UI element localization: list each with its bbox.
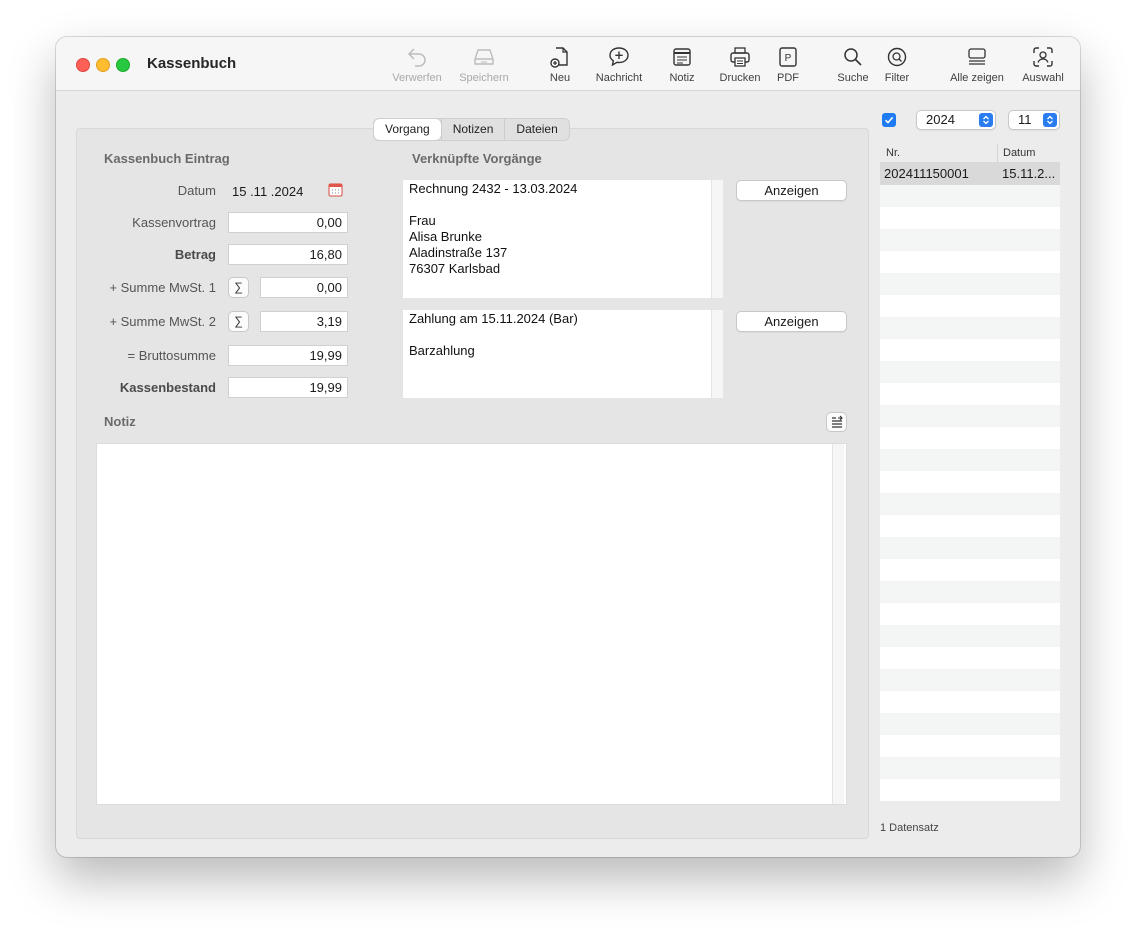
suche-button[interactable]: Suche bbox=[834, 45, 872, 87]
text-format-button[interactable] bbox=[826, 412, 847, 432]
undo-icon bbox=[407, 48, 426, 67]
year-select-value: 2024 bbox=[926, 112, 955, 127]
filter-button[interactable]: Filter bbox=[880, 45, 914, 87]
kassenbestand-field[interactable]: 19,99 bbox=[228, 377, 348, 398]
anzeigen-invoice-button[interactable]: Anzeigen bbox=[736, 180, 847, 201]
notiz-scrollbar[interactable] bbox=[832, 444, 844, 804]
text-format-icon bbox=[832, 415, 843, 428]
mwst2-field[interactable]: 3,19 bbox=[260, 311, 348, 332]
pdf-button[interactable]: P PDF bbox=[772, 45, 804, 87]
note-icon bbox=[673, 48, 691, 66]
mwst2-sum-button[interactable]: ∑ bbox=[228, 311, 249, 332]
filter-checkbox[interactable] bbox=[882, 113, 896, 127]
anzeigen-payment-button[interactable]: Anzeigen bbox=[736, 311, 847, 332]
close-window-button[interactable] bbox=[76, 58, 90, 72]
zoom-window-button[interactable] bbox=[116, 58, 130, 72]
nachricht-button[interactable]: Nachricht bbox=[592, 45, 646, 87]
linked-invoice-box[interactable]: Rechnung 2432 - 13.03.2024 Frau Alisa Br… bbox=[403, 180, 723, 298]
drive-icon bbox=[474, 49, 494, 65]
datum-field[interactable]: 15 .11 .2024 bbox=[232, 184, 303, 199]
linked-invoice-scrollbar[interactable] bbox=[711, 180, 723, 298]
tab-bar: Vorgang Notizen Dateien bbox=[373, 118, 570, 141]
tab-vorgang[interactable]: Vorgang bbox=[374, 119, 441, 140]
linked-payment-box[interactable]: Zahlung am 15.11.2024 (Bar) Barzahlung bbox=[403, 310, 723, 398]
linked-payment-scrollbar[interactable] bbox=[711, 310, 723, 398]
svg-text:P: P bbox=[785, 53, 792, 64]
month-select-value: 11 bbox=[1018, 112, 1032, 127]
auswahl-button[interactable]: Auswahl bbox=[1018, 45, 1068, 87]
new-document-icon bbox=[550, 47, 568, 68]
chevron-updown-icon bbox=[979, 113, 993, 127]
filter-icon bbox=[887, 47, 907, 67]
notiz-textarea[interactable] bbox=[96, 443, 847, 805]
drucken-button[interactable]: Drucken bbox=[716, 45, 764, 87]
printer-icon bbox=[730, 47, 750, 67]
minimize-window-button[interactable] bbox=[96, 58, 110, 72]
cell-nr: 202411150001 bbox=[884, 166, 969, 181]
pdf-icon: P bbox=[779, 47, 797, 67]
alle-zeigen-button[interactable]: Alle zeigen bbox=[946, 45, 1008, 87]
speichern-button[interactable]: Speichern bbox=[454, 45, 514, 87]
column-header-datum[interactable]: Datum bbox=[1003, 147, 1035, 159]
mwst1-label: + Summe MwSt. 1 bbox=[109, 280, 216, 295]
checkmark-icon bbox=[884, 116, 894, 124]
message-add-icon bbox=[609, 47, 629, 67]
app-window: Kassenbuch Verwerfen Speichern Neu Nachr… bbox=[56, 37, 1080, 857]
month-select[interactable]: 11 bbox=[1008, 110, 1060, 130]
calendar-icon[interactable] bbox=[328, 182, 343, 197]
table-rows: 202411150001 15.11.2... bbox=[880, 163, 1060, 801]
title-bar: Kassenbuch Verwerfen Speichern Neu Nachr… bbox=[56, 37, 1080, 91]
entry-heading: Kassenbuch Eintrag bbox=[104, 151, 230, 166]
person-frame-icon bbox=[1033, 47, 1053, 67]
tab-notizen[interactable]: Notizen bbox=[440, 119, 505, 140]
year-select[interactable]: 2024 bbox=[916, 110, 996, 130]
list-icon bbox=[968, 48, 986, 65]
betrag-field[interactable]: 16,80 bbox=[228, 244, 348, 265]
linked-heading: Verknüpfte Vorgänge bbox=[412, 151, 542, 166]
tab-dateien[interactable]: Dateien bbox=[504, 119, 568, 140]
notiz-heading: Notiz bbox=[104, 414, 136, 429]
table-header: Nr. Datum bbox=[880, 144, 1060, 163]
neu-button[interactable]: Neu bbox=[540, 45, 580, 87]
verwerfen-button[interactable]: Verwerfen bbox=[387, 45, 447, 87]
search-icon bbox=[844, 48, 862, 66]
chevron-updown-icon bbox=[1043, 113, 1057, 127]
kassenvortrag-field[interactable]: 0,00 bbox=[228, 212, 348, 233]
mwst2-label: + Summe MwSt. 2 bbox=[109, 314, 216, 329]
bruttosumme-label: = Bruttosumme bbox=[127, 348, 216, 363]
kassenbestand-label: Kassenbestand bbox=[119, 380, 216, 395]
bruttosumme-field[interactable]: 19,99 bbox=[228, 345, 348, 366]
mwst1-field[interactable]: 0,00 bbox=[260, 277, 348, 298]
kassenvortrag-label: Kassenvortrag bbox=[132, 215, 216, 230]
column-header-nr[interactable]: Nr. bbox=[886, 147, 900, 159]
betrag-label: Betrag bbox=[174, 247, 216, 262]
cell-datum: 15.11.2... bbox=[1002, 166, 1056, 181]
record-count: 1 Datensatz bbox=[880, 822, 939, 834]
records-table: Nr. Datum 202411150001 15.11.2... bbox=[880, 144, 1060, 804]
window-title: Kassenbuch bbox=[147, 55, 237, 72]
table-row[interactable]: 202411150001 15.11.2... bbox=[880, 163, 1060, 185]
mwst1-sum-button[interactable]: ∑ bbox=[228, 277, 249, 298]
datum-label: Datum bbox=[177, 183, 216, 198]
notiz-button[interactable]: Notiz bbox=[662, 45, 702, 87]
